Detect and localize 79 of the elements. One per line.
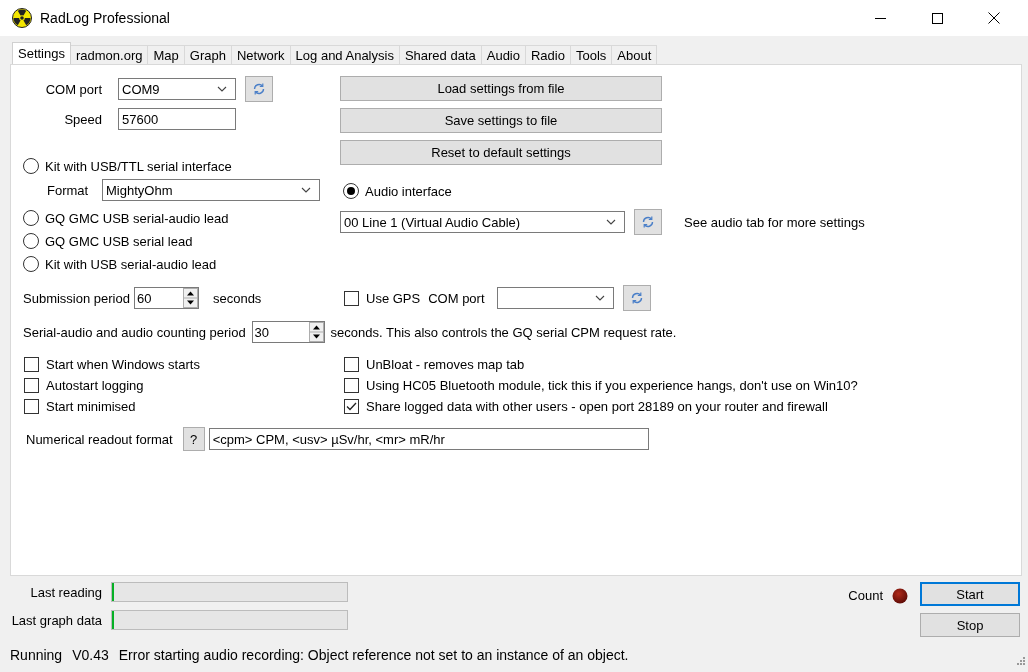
radio-button[interactable]	[23, 210, 39, 226]
status-text: Running	[10, 647, 63, 663]
radio-label: Kit with USB serial-audio lead	[45, 256, 217, 272]
field-label: Speed	[63, 111, 102, 127]
radio-label: Kit with USB/TTL serial interface	[45, 158, 232, 174]
tab[interactable]: Map	[147, 45, 185, 64]
tab[interactable]: Settings	[12, 42, 71, 64]
radio-label: GQ GMC USB serial lead	[45, 233, 193, 249]
control-button[interactable]: Start	[920, 582, 1020, 606]
tab[interactable]: About	[611, 45, 658, 64]
checkbox-label: Using HC05 Bluetooth module, tick this if you experience hangs, don't use on Win10?	[366, 378, 858, 393]
refresh-button[interactable]	[634, 209, 662, 235]
count-label: Count	[848, 588, 883, 603]
meter-label: Last graph data	[10, 612, 102, 628]
chevron-down-icon	[217, 86, 227, 92]
radio-button[interactable]	[343, 183, 359, 199]
field-label: Submission period	[23, 290, 130, 306]
radio-button[interactable]	[23, 256, 39, 272]
counting-period-spinbox[interactable]: 30	[251, 321, 325, 343]
checkbox[interactable]	[344, 378, 359, 393]
checkbox[interactable]	[344, 399, 359, 414]
hint-text: See audio tab for more settings	[684, 214, 865, 230]
checkbox[interactable]	[344, 357, 359, 372]
tab[interactable]: Graph	[183, 45, 232, 64]
checkbox-label: Use GPS	[366, 290, 421, 306]
led-indicator-icon	[892, 588, 908, 604]
checkbox-label: Start when Windows starts	[46, 357, 200, 372]
submission-period-spinbox[interactable]: 60	[133, 287, 199, 309]
refresh-button[interactable]	[622, 285, 651, 311]
control-button[interactable]: Stop	[920, 613, 1020, 637]
field-label: Format	[46, 182, 90, 198]
tab[interactable]: radmon.org	[70, 45, 149, 64]
minimize-icon	[874, 17, 886, 19]
settings-file-button[interactable]: Reset to default settings	[340, 140, 662, 165]
radio-label: GQ GMC USB serial-audio lead	[45, 210, 229, 226]
settings-file-button[interactable]: Save settings to file	[340, 108, 662, 133]
maximize-icon	[931, 12, 943, 24]
refresh-icon	[629, 291, 644, 305]
spin-arrows-icon	[182, 288, 198, 308]
radiation-icon	[12, 8, 32, 28]
radio-button[interactable]	[23, 158, 39, 174]
settings-file-button[interactable]: Load settings from file	[340, 76, 662, 101]
checkbox[interactable]	[24, 399, 39, 414]
chevron-down-icon	[594, 295, 605, 301]
field-label: Numerical readout format	[26, 431, 173, 447]
field-label: COM port	[44, 81, 102, 97]
checkbox-label: Share logged data with other users - open port 28189 on your router and firewall	[366, 399, 828, 414]
unit-label: seconds. This also controls the GQ serial CPM request rate.	[330, 324, 677, 340]
checkbox[interactable]	[24, 357, 39, 372]
tab[interactable]: Log and Analysis	[289, 45, 400, 64]
radio-label: Audio interface	[365, 183, 452, 199]
refresh-icon	[252, 82, 266, 96]
field-label: COM port	[428, 290, 485, 306]
close-icon	[988, 12, 1000, 24]
help-button[interactable]: ?	[182, 427, 205, 451]
version-text: V0.43	[72, 647, 109, 663]
readout-format-field[interactable]: <cpm> CPM, <usv> µSv/hr, <mr> mR/hr	[208, 428, 649, 450]
gps-port-dropdown[interactable]	[496, 287, 614, 309]
checkbox[interactable]	[344, 290, 359, 306]
window-title: RadLog Professional	[40, 10, 171, 26]
spin-arrows-icon	[308, 322, 324, 342]
checkbox-label: UnBloat - removes map tab	[366, 357, 525, 372]
chevron-down-icon	[606, 219, 616, 225]
unit-label: seconds	[212, 290, 262, 306]
resize-grip-icon	[1015, 655, 1025, 665]
refresh-button[interactable]	[245, 76, 273, 102]
meter-label: Last reading	[29, 584, 102, 600]
radio-button[interactable]	[23, 233, 39, 249]
format-dropdown[interactable]: MightyOhm	[102, 179, 320, 201]
refresh-icon	[641, 215, 655, 229]
chevron-down-icon	[301, 187, 311, 193]
checkbox-label: Start minimised	[46, 399, 136, 414]
com-port-dropdown[interactable]: COM9	[118, 78, 236, 100]
status-message: Error starting audio recording: Object reference not set to an instance of an object.	[118, 647, 629, 663]
checkbox[interactable]	[24, 378, 39, 393]
audio-device-dropdown[interactable]: 00 Line 1 (Virtual Audio Cable)	[340, 211, 625, 233]
field-label: Serial-audio and audio counting period	[23, 324, 246, 340]
checkbox-label: Autostart logging	[46, 378, 144, 393]
speed-field[interactable]: 57600	[118, 108, 236, 130]
